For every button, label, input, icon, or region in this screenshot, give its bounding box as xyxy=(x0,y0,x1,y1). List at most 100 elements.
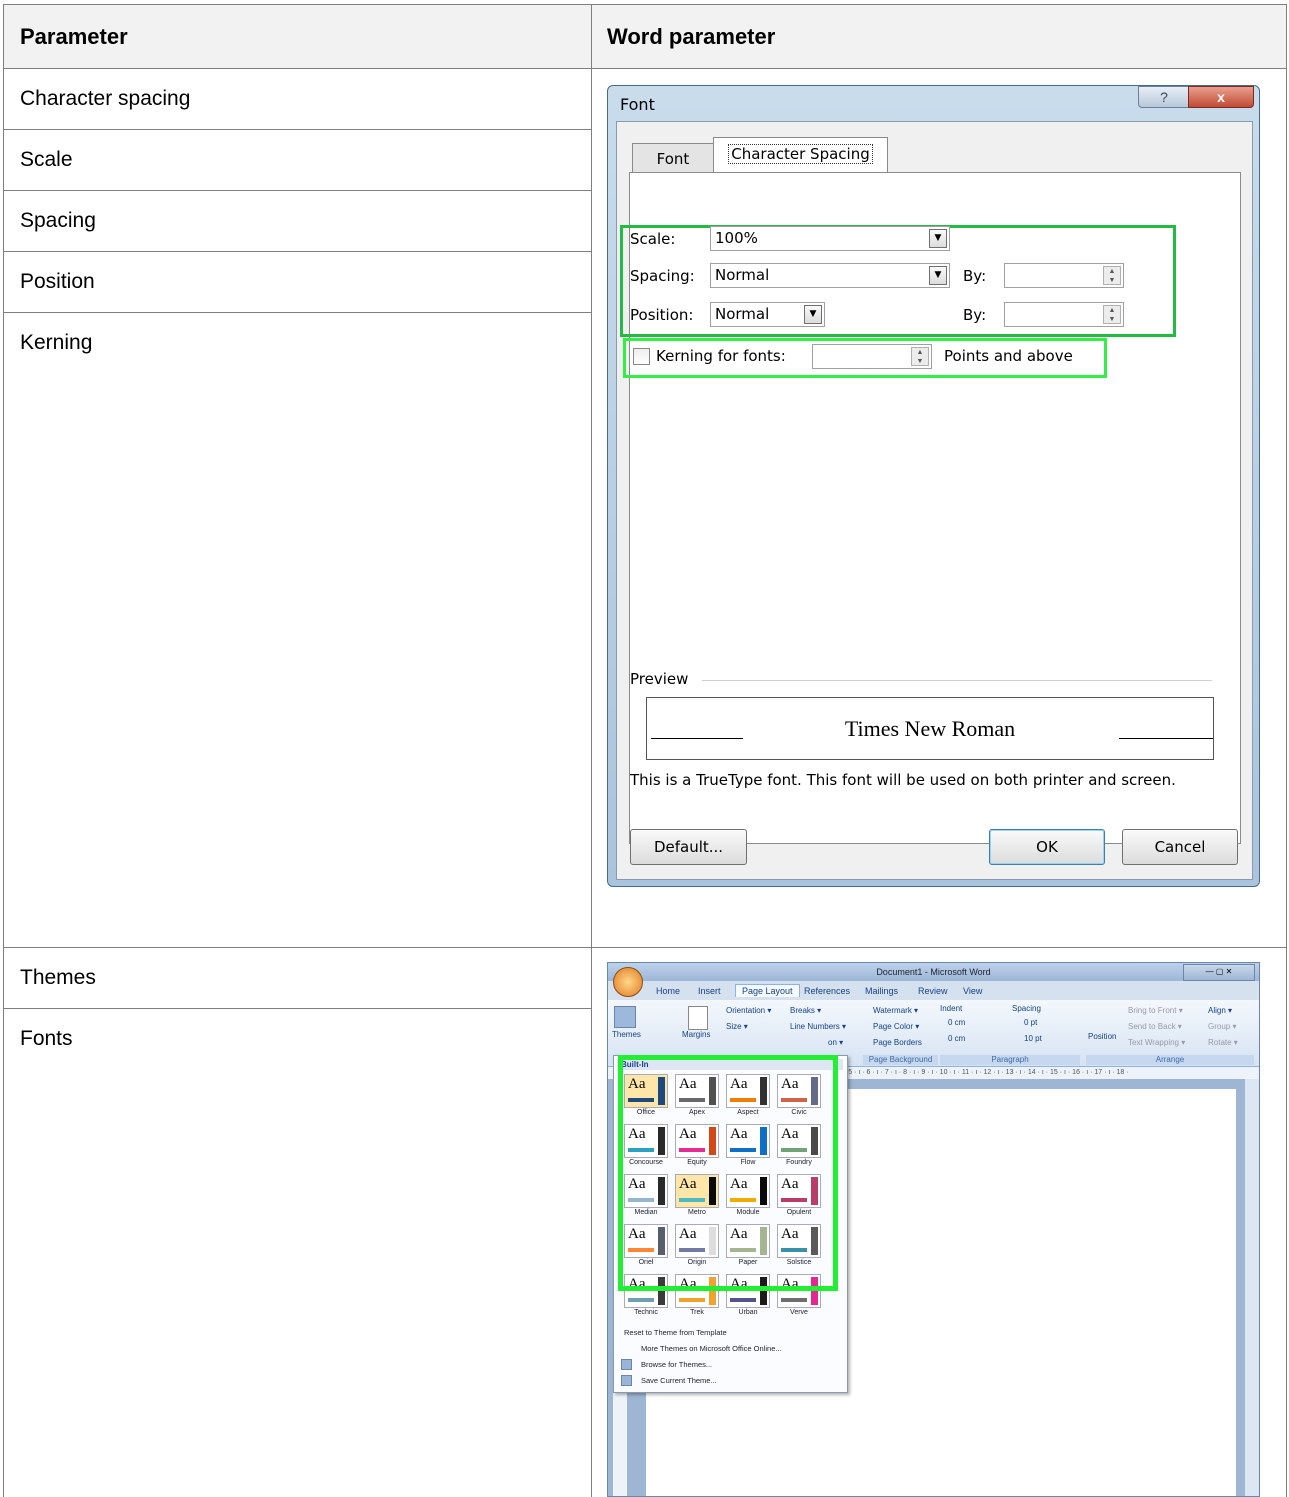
align-button[interactable]: Align ▾ xyxy=(1208,1006,1232,1015)
tab-character-spacing[interactable]: Character Spacing xyxy=(713,137,888,174)
hyphenation-button[interactable]: on ▾ xyxy=(828,1038,843,1047)
tab-view[interactable]: View xyxy=(963,986,982,996)
orientation-button[interactable]: Orientation ▾ xyxy=(726,1006,771,1015)
highlight-box-themes xyxy=(618,1055,838,1291)
kerning-label: Kerning for fonts: xyxy=(656,347,786,365)
indent-right-field[interactable]: 0 cm xyxy=(948,1034,965,1043)
chevron-down-icon[interactable]: ▼ xyxy=(929,229,947,248)
param-scale: Scale xyxy=(20,148,73,171)
chevron-down-icon[interactable]: ▼ xyxy=(804,305,822,324)
tab-review[interactable]: Review xyxy=(918,986,948,996)
window-controls[interactable]: — ▢ ✕ xyxy=(1183,964,1255,981)
kerning-points-field[interactable]: ▲ ▼ xyxy=(812,344,932,369)
tab-mailings[interactable]: Mailings xyxy=(865,986,898,996)
truetype-note: This is a TrueType font. This font will … xyxy=(630,771,1176,789)
spacing-by-field[interactable]: ▲ ▼ xyxy=(1004,263,1124,288)
theme-name: Verve xyxy=(790,1309,808,1316)
spacing-value: Normal xyxy=(715,266,770,284)
tab-font[interactable]: Font xyxy=(632,143,714,173)
table-border xyxy=(3,251,591,252)
tab-label: Character Spacing xyxy=(728,144,873,164)
param-character-spacing: Character spacing xyxy=(20,87,191,110)
position-button[interactable]: Position xyxy=(1088,1032,1116,1041)
position-label: Position: xyxy=(630,306,694,324)
group-label-paragraph: Paragraph xyxy=(940,1055,1080,1065)
position-by-label: By: xyxy=(963,306,987,324)
group-button[interactable]: Group ▾ xyxy=(1208,1022,1236,1031)
table-border-mid xyxy=(591,4,592,1497)
theme-name: Urban xyxy=(738,1309,758,1316)
table-border-left xyxy=(3,4,4,1497)
bring-to-front-button[interactable]: Bring to Front ▾ xyxy=(1128,1006,1183,1015)
gallery-item-reset[interactable]: Reset to Theme from Template xyxy=(624,1328,727,1337)
breaks-button[interactable]: Breaks ▾ xyxy=(790,1006,821,1015)
tab-references[interactable]: References xyxy=(804,986,850,996)
gallery-item-save[interactable]: Save Current Theme... xyxy=(641,1376,717,1385)
theme-color-bar xyxy=(781,1298,807,1302)
page-color-button[interactable]: Page Color ▾ xyxy=(873,1022,919,1031)
spinner-icon[interactable]: ▲ ▼ xyxy=(911,347,929,366)
table-border xyxy=(3,68,1287,69)
default-button[interactable]: Default... xyxy=(630,829,747,865)
font-dialog: Font ? x Font Character Spacing Scale: 1… xyxy=(607,85,1260,887)
table-border xyxy=(3,947,1287,948)
window-title: Document1 - Microsoft Word xyxy=(608,963,1259,981)
spacing-after-field[interactable]: 10 pt xyxy=(1024,1034,1042,1043)
word-window: Document1 - Microsoft Word — ▢ ✕ Home In… xyxy=(607,962,1260,1497)
dialog-body: Font Character Spacing Scale: 100% ▼ Spa… xyxy=(616,121,1253,880)
theme-color-bar xyxy=(628,1298,654,1302)
rotate-button[interactable]: Rotate ▾ xyxy=(1208,1038,1238,1047)
tab-page-layout[interactable]: Page Layout xyxy=(735,984,800,997)
header-word-parameter: Word parameter xyxy=(607,24,776,49)
margins-label: Margins xyxy=(682,1030,711,1039)
gallery-item-browse[interactable]: Browse for Themes... xyxy=(641,1360,712,1369)
ruler-ticks: · 5 · ı · 6 · ı · 7 · ı · 8 · ı · 9 · ı … xyxy=(844,1069,1129,1076)
theme-name: Trek xyxy=(690,1309,704,1316)
preview-line-right xyxy=(1119,738,1213,739)
scale-label: Scale: xyxy=(630,230,676,248)
indent-label: Indent xyxy=(940,1004,963,1013)
points-and-above-label: Points and above xyxy=(944,347,1073,365)
help-button[interactable]: ? xyxy=(1138,86,1190,108)
indent-left-field[interactable]: 0 cm xyxy=(948,1018,965,1027)
scale-select[interactable]: 100% ▼ xyxy=(710,226,950,251)
scale-value: 100% xyxy=(715,229,758,247)
send-to-back-button[interactable]: Send to Back ▾ xyxy=(1128,1022,1182,1031)
line-numbers-button[interactable]: Line Numbers ▾ xyxy=(790,1022,846,1031)
position-by-field[interactable]: ▲ ▼ xyxy=(1004,302,1124,327)
theme-name: Technic xyxy=(634,1309,658,1316)
chevron-down-icon[interactable]: ▼ xyxy=(929,266,947,285)
param-position: Position xyxy=(20,270,95,293)
table-border xyxy=(3,129,591,130)
margins-button[interactable] xyxy=(688,1006,708,1030)
kerning-checkbox[interactable] xyxy=(633,348,650,365)
spinner-icon[interactable]: ▲ ▼ xyxy=(1103,305,1121,324)
ok-button[interactable]: OK xyxy=(989,829,1105,865)
spacing-select[interactable]: Normal ▼ xyxy=(710,263,950,288)
save-icon xyxy=(621,1375,632,1386)
cancel-button[interactable]: Cancel xyxy=(1122,829,1238,865)
position-select[interactable]: Normal ▼ xyxy=(710,302,825,327)
size-button[interactable]: Size ▾ xyxy=(726,1022,748,1031)
watermark-button[interactable]: Watermark ▾ xyxy=(873,1006,918,1015)
spinner-icon[interactable]: ▲ ▼ xyxy=(1103,266,1121,285)
preview-label: Preview xyxy=(630,670,689,688)
themes-label: Themes xyxy=(612,1030,641,1039)
theme-color-bar xyxy=(679,1298,705,1302)
table-border-top xyxy=(3,4,1287,5)
page-borders-button[interactable]: Page Borders xyxy=(873,1038,922,1047)
group-label-arrange: Arrange xyxy=(1086,1055,1254,1065)
dialog-title: Font xyxy=(620,95,655,114)
tab-home[interactable]: Home xyxy=(656,986,680,996)
table-border-right xyxy=(1286,4,1287,1497)
text-wrapping-button[interactable]: Text Wrapping ▾ xyxy=(1128,1038,1185,1047)
preview-divider xyxy=(702,680,1212,681)
close-button[interactable]: x xyxy=(1188,86,1254,108)
gallery-item-more-themes[interactable]: More Themes on Microsoft Office Online..… xyxy=(641,1344,782,1353)
themes-button[interactable] xyxy=(614,1006,636,1028)
tab-insert[interactable]: Insert xyxy=(698,986,721,996)
group-label-page-background: Page Background xyxy=(863,1055,938,1065)
spacing-before-field[interactable]: 0 pt xyxy=(1024,1018,1037,1027)
param-themes: Themes xyxy=(20,966,96,989)
vertical-scrollbar[interactable] xyxy=(1245,1079,1259,1496)
